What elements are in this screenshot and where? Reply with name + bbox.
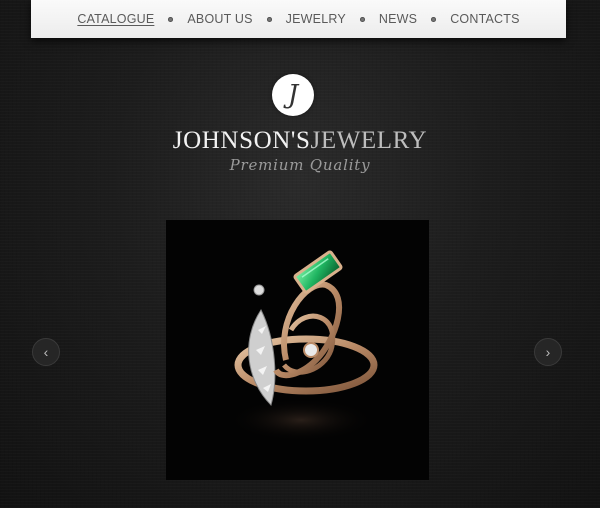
brand-name-part1: JOHNSON'S [172,127,311,154]
nav-item-about-us[interactable]: ABOUT US [183,12,256,26]
top-navigation-bar: CATALOGUE ABOUT US JEWELRY NEWS CONTACTS [31,0,566,38]
brand-name-part2: JEWELRY [310,127,428,154]
nav-item-news[interactable]: NEWS [375,12,421,26]
chevron-left-icon: ‹ [43,344,49,360]
logo-badge[interactable]: J [272,74,314,116]
nav-item-contacts[interactable]: CONTACTS [446,12,523,26]
brand-tagline: Premium Quality [229,156,371,174]
nav-item-catalogue[interactable]: CATALOGUE [73,12,158,26]
ring-image [166,220,429,480]
slider-prev-button[interactable]: ‹ [32,338,60,366]
chevron-right-icon: › [545,344,551,360]
slider-image-ring [166,220,429,480]
nav-separator-dot [266,16,272,22]
nav-separator-dot [359,16,365,22]
nav-separator-dot [168,16,174,22]
nav-menu: CATALOGUE ABOUT US JEWELRY NEWS CONTACTS [73,12,523,26]
brand-title: JOHNSON'SJEWELRY [0,127,600,155]
logo-letter: J [287,80,299,110]
slider-next-button[interactable]: › [534,338,562,366]
nav-separator-dot [431,16,437,22]
nav-item-jewelry[interactable]: JEWELRY [282,12,350,26]
